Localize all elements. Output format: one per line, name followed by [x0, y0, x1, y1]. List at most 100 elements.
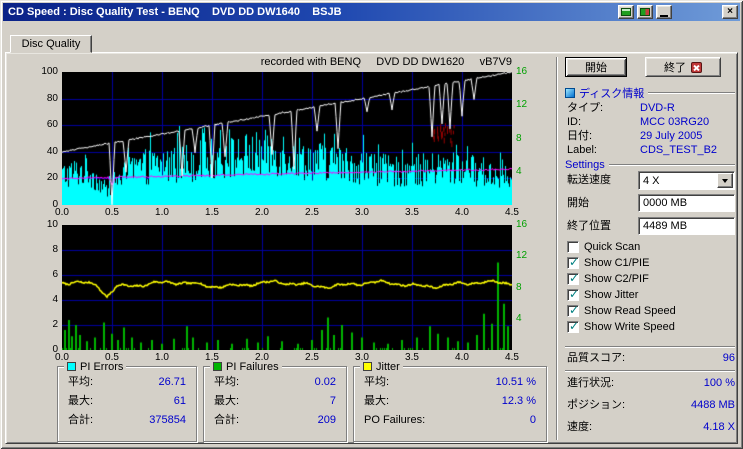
disc-info-label: ID:	[567, 116, 582, 128]
stats-box-title: Jitter	[360, 360, 403, 373]
disc-info-value: CDS_TEST_B2	[640, 144, 718, 156]
stats-box-pi-errors: PI Errors 平均: 26.71 最大: 61 合計: 375854	[57, 360, 197, 442]
end-position-label: 終了位置	[567, 220, 611, 232]
checkbox-show-c2-pif[interactable]: ✓ Show C2/PIF	[567, 271, 649, 285]
stat-value: 375854	[149, 414, 186, 426]
chevron-down-icon	[722, 179, 728, 186]
check-mark-icon: ✓	[569, 254, 580, 269]
disc-info-icon	[565, 87, 575, 98]
stats-box-pi-failures: PI Failures 平均: 0.02 最大: 7 合計: 209	[203, 360, 347, 442]
x-axis-tick-label: 2.0	[255, 207, 269, 218]
quality-score-label: 品質スコア:	[567, 352, 626, 364]
stat-value: 10.51 %	[495, 376, 536, 388]
checkbox-show-read-speed[interactable]: ✓ Show Read Speed	[567, 302, 676, 317]
stat-label: 最大:	[364, 395, 390, 407]
stats-box-title-text: PI Failures	[226, 360, 279, 373]
pi-errors-chart	[62, 72, 512, 205]
check-mark-icon: ✓	[569, 318, 580, 333]
disc-info-header: ディスク情報	[565, 86, 735, 100]
stat-value: 0	[529, 414, 536, 426]
settings-title: Settings	[565, 158, 605, 171]
legend-swatch-icon	[67, 362, 76, 371]
y-axis-tick-label: 60	[46, 119, 58, 131]
checkbox-box[interactable]	[567, 240, 579, 253]
right-axis-tick-label: 8	[516, 132, 522, 144]
stat-value: 61	[173, 395, 186, 407]
check-mark-icon: ✓	[569, 302, 580, 317]
y-axis-tick-label: 80	[46, 92, 58, 104]
y-axis-tick-label: 4	[52, 294, 58, 305]
start-button[interactable]: 開始	[565, 57, 627, 77]
checkbox-label: Show Jitter	[584, 288, 639, 301]
stat-label: 最大:	[214, 395, 240, 407]
stat-label: 平均:	[68, 376, 94, 388]
checkbox-label: Show Read Speed	[584, 304, 676, 317]
disc-info-value: MCC 03RG20	[640, 116, 710, 128]
y-axis-tick-label: 8	[52, 244, 58, 255]
exit-button[interactable]: 終了	[645, 57, 721, 77]
speed-label: 転送速度	[567, 174, 611, 186]
chart-recorded-with-text: recorded with BENQ DVD DD DW1620 vB7V9	[260, 56, 512, 68]
y-axis-tick-label: 40	[46, 145, 58, 157]
speed-select-value: 4 X	[643, 174, 660, 187]
app-window: CD Speed : Disc Quality Test - BENQ DVD …	[0, 0, 743, 449]
stat-value: 26.71	[158, 376, 186, 388]
tab-disc-quality[interactable]: Disc Quality	[10, 35, 92, 53]
stat-value: 7	[329, 395, 336, 407]
stat-label: 最大:	[68, 395, 94, 407]
x-axis-tick-label: 1.0	[155, 207, 169, 218]
y-axis-tick-label: 100	[41, 66, 58, 77]
checkbox-box[interactable]: ✓	[567, 271, 579, 285]
dropdown-arrow-button[interactable]	[717, 173, 733, 188]
end-position-input[interactable]	[638, 217, 735, 235]
right-axis-tick-label: 16	[516, 219, 528, 230]
stats-box-title: PI Failures	[210, 360, 282, 373]
x-axis-tick-label: 0.5	[105, 207, 119, 218]
checkbox-show-c1-pie[interactable]: ✓ Show C1/PIE	[567, 254, 650, 269]
checkbox-quick-scan[interactable]: Quick Scan	[567, 240, 640, 253]
quality-score-value: 96	[722, 352, 735, 364]
disc-info-value: DVD-R	[640, 102, 675, 114]
status-label: 速度:	[567, 421, 593, 433]
separator-line	[565, 370, 735, 372]
checkbox-box[interactable]: ✓	[567, 287, 579, 301]
disc-info-label: 日付:	[567, 130, 593, 142]
legend-swatch-icon	[363, 362, 372, 371]
speed-select[interactable]: 4 X	[638, 171, 735, 190]
stats-box-title-text: PI Errors	[80, 360, 124, 373]
start-position-input[interactable]	[638, 194, 735, 212]
right-axis-tick-label: 16	[516, 66, 528, 77]
jitter-chart	[62, 225, 512, 350]
checkbox-box[interactable]: ✓	[567, 254, 580, 269]
jitter-chart-canvas	[62, 225, 512, 350]
header-rule	[648, 92, 735, 94]
status-value: 4488 MB	[690, 399, 735, 411]
stats-box-jitter: Jitter 平均: 10.51 % 最大: 12.3 % PO Failures: 0	[353, 360, 547, 442]
checkbox-show-jitter[interactable]: ✓ Show Jitter	[567, 287, 639, 301]
x-axis-tick-label: 4.0	[455, 207, 469, 218]
y-axis-tick-label: 20	[46, 172, 58, 184]
disc-info-value: 29 July 2005	[640, 130, 703, 142]
checkbox-box[interactable]: ✓	[567, 318, 580, 333]
stat-value: 12.3 %	[501, 395, 536, 407]
checkbox-show-write-speed[interactable]: ✓ Show Write Speed	[567, 318, 675, 333]
vertical-separator	[556, 57, 558, 440]
exit-icon	[691, 61, 702, 73]
checkbox-label: Show C1/PIE	[584, 256, 650, 269]
y-axis-tick-label: 6	[52, 269, 58, 280]
checkbox-box[interactable]: ✓	[567, 302, 580, 317]
x-axis-tick-label: 4.5	[505, 352, 519, 363]
y-axis-tick-label: 2	[52, 319, 58, 330]
start-position-label: 開始	[567, 197, 589, 209]
stat-label: PO Failures:	[364, 414, 426, 426]
stat-label: 合計:	[68, 414, 94, 426]
disc-info-label: タイプ:	[567, 102, 604, 114]
status-value: 100 %	[703, 377, 735, 389]
right-axis-tick-label: 12	[516, 99, 528, 111]
checkbox-label: Show C2/PIF	[584, 272, 649, 285]
header-rule	[608, 164, 735, 166]
stats-box-title: PI Errors	[64, 360, 127, 373]
checkbox-label: Show Write Speed	[584, 320, 675, 333]
disc-info-title: ディスク情報	[579, 87, 645, 100]
separator-line	[565, 346, 735, 348]
